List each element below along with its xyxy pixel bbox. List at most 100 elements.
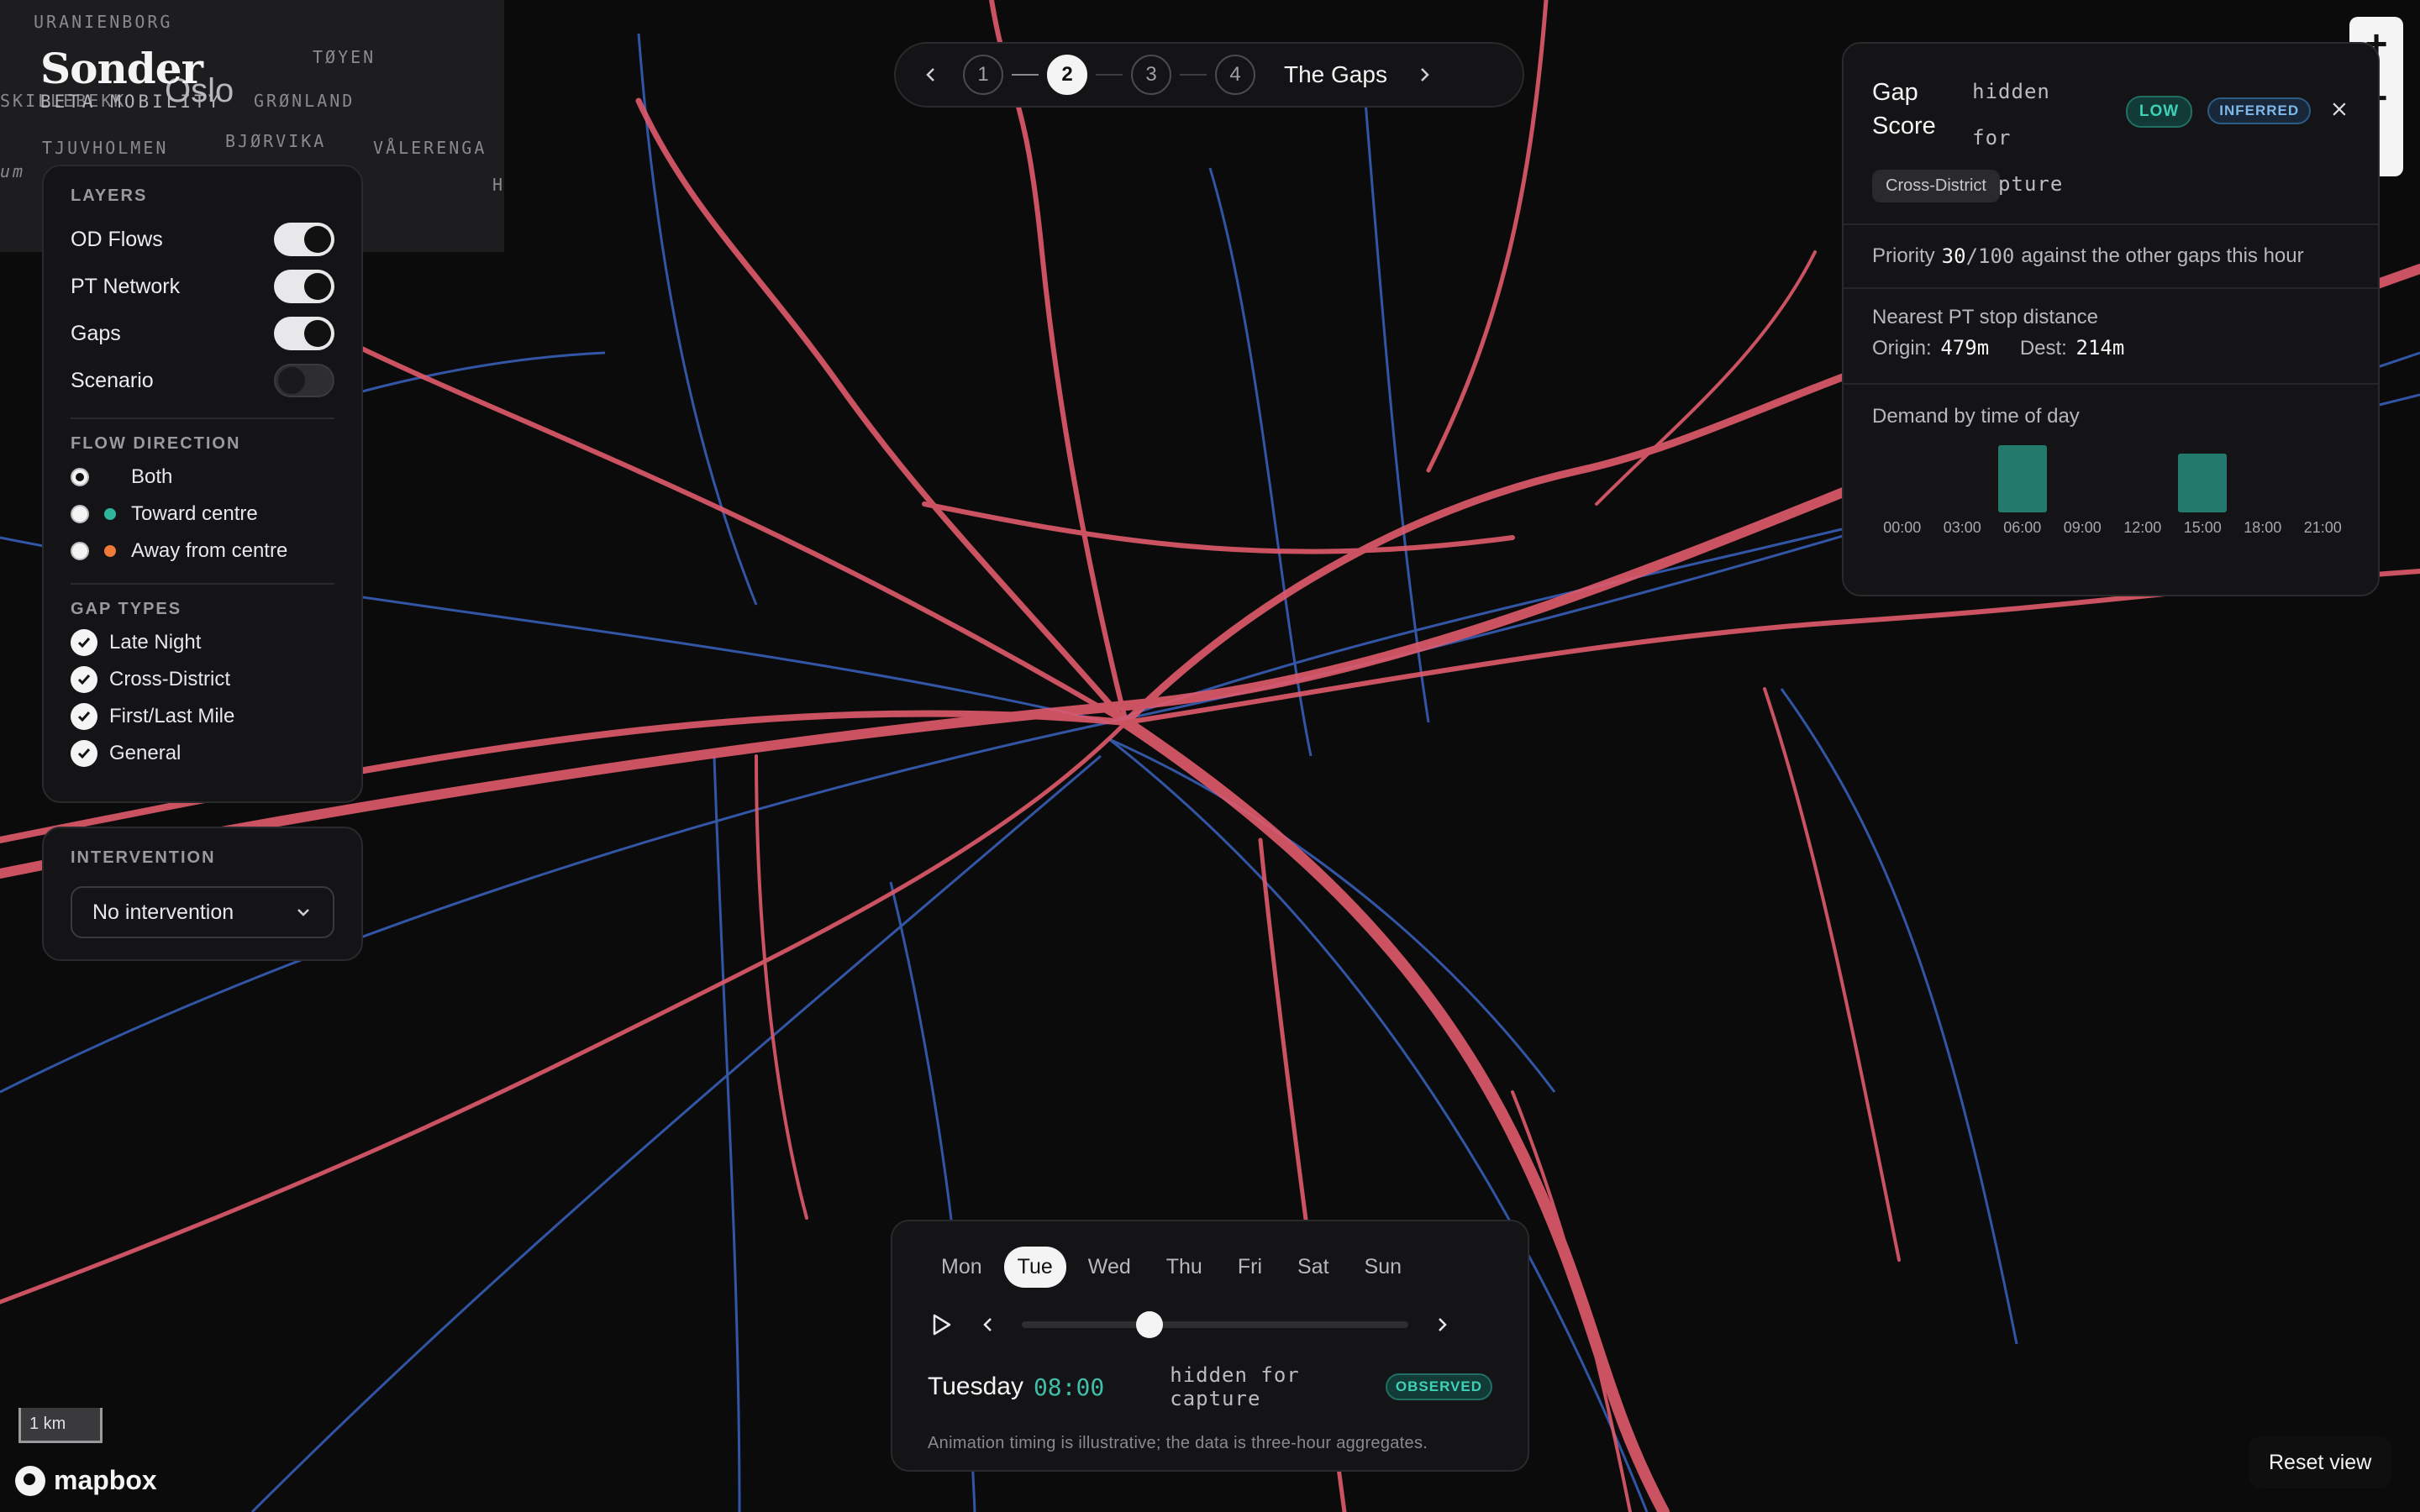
toggle-knob <box>304 273 331 300</box>
toggle-knob <box>304 226 331 253</box>
checkmark-icon[interactable] <box>71 703 97 730</box>
checkmark-icon[interactable] <box>71 629 97 656</box>
step-connector <box>1096 74 1123 76</box>
demand-hour-label: 18:00 <box>2244 519 2282 536</box>
gap-score-title: Gap Score <box>1872 79 1936 139</box>
gap-type-label: General <box>109 742 182 764</box>
intervention-title: INTERVENTION <box>71 848 216 867</box>
day-tab-tue[interactable]: Tue <box>1003 1247 1066 1288</box>
layer-row-scenario[interactable]: Scenario <box>71 357 334 404</box>
distance-section: Nearest PT stop distance Origin: 479m De… <box>1844 289 2378 385</box>
minimap-label: TØYEN <box>313 47 376 67</box>
reset-view-button[interactable]: Reset view <box>2249 1436 2392 1488</box>
source-badge: INFERRED <box>2207 97 2312 124</box>
flow-direction-away[interactable]: Away from centre <box>71 533 334 570</box>
gap-detail-panel: Gap Score hidden for capture LOW INFERRE… <box>1842 42 2380 596</box>
minimap-label: H <box>492 175 504 195</box>
step-connector <box>1012 74 1039 76</box>
brand: Sonder BETA MOBILITY <box>40 44 222 112</box>
demand-hour-label: 21:00 <box>2303 519 2342 536</box>
mapbox-logo-icon <box>15 1465 45 1496</box>
intervention-value: No intervention <box>92 900 234 924</box>
day-tab-sat[interactable]: Sat <box>1284 1247 1343 1288</box>
gap-detail-header: Gap Score hidden for capture LOW INFERRE… <box>1844 44 2378 225</box>
direction-color-dot <box>104 471 116 483</box>
scenario-toggle[interactable] <box>274 364 334 397</box>
priority-row: Priority 30 /100 against the other gaps … <box>1844 225 2378 289</box>
day-tab-thu[interactable]: Thu <box>1153 1247 1216 1288</box>
checkmark-icon[interactable] <box>71 666 97 693</box>
demand-hour-label: 03:00 <box>1943 519 1981 536</box>
day-tab-wed[interactable]: Wed <box>1075 1247 1144 1288</box>
gap-type-first-last-mile[interactable]: First/Last Mile <box>71 698 334 735</box>
gap-type-cross-district[interactable]: Cross-District <box>71 661 334 698</box>
step-4[interactable]: 4 <box>1215 55 1255 95</box>
minimap-label: GRØNLAND <box>254 91 355 111</box>
day-tab-mon[interactable]: Mon <box>928 1247 996 1288</box>
current-time: 08:00 <box>1033 1373 1105 1401</box>
layer-label: OD Flows <box>71 227 163 251</box>
play-icon[interactable] <box>928 1311 955 1338</box>
radio-button[interactable] <box>71 542 89 560</box>
close-icon[interactable] <box>2329 97 2349 121</box>
intervention-select[interactable]: No intervention <box>71 886 334 938</box>
time-readout: Tuesday 08:00 hidden for capture OBSERVE… <box>928 1363 1492 1410</box>
radio-button[interactable] <box>71 505 89 523</box>
chevron-right-icon[interactable] <box>1413 63 1436 87</box>
layer-row-pt-network[interactable]: PT Network <box>71 263 334 310</box>
checkmark-icon[interactable] <box>71 740 97 767</box>
observed-badge: OBSERVED <box>1385 1373 1492 1400</box>
chevron-down-icon <box>297 909 309 916</box>
time-hidden: hidden for capture <box>1170 1363 1300 1410</box>
level-badge: LOW <box>2125 96 2193 128</box>
layer-row-od-flows[interactable]: OD Flows <box>71 216 334 263</box>
chevron-left-icon[interactable] <box>919 63 943 87</box>
gaps-toggle[interactable] <box>274 317 334 350</box>
minimap-label: TJUVHOLMEN <box>42 138 169 158</box>
gap-type-tag: Cross-District <box>1872 170 2000 202</box>
gap-type-general[interactable]: General <box>71 735 334 772</box>
option-label: Away from centre <box>131 539 288 562</box>
toggle-knob <box>304 320 331 347</box>
slider-thumb[interactable] <box>1135 1311 1163 1338</box>
step-forward-icon[interactable] <box>1432 1315 1452 1335</box>
gap-types-title: GAP TYPES <box>71 600 182 618</box>
origin-value: 479m <box>1940 336 1990 360</box>
step-1[interactable]: 1 <box>963 55 1003 95</box>
demand-hour-label: 09:00 <box>2063 519 2102 536</box>
step-2[interactable]: 2 <box>1047 55 1087 95</box>
layer-label: PT Network <box>71 274 181 298</box>
step-connector <box>1180 74 1207 76</box>
step-3[interactable]: 3 <box>1131 55 1171 95</box>
layer-label: Gaps <box>71 321 121 345</box>
priority-label: Priority <box>1872 244 1935 267</box>
demand-bar <box>2178 454 2228 512</box>
divider <box>71 417 334 419</box>
minimap-label: URANIENBORG <box>34 12 173 32</box>
minimap-label: BJØRVIKA <box>225 131 327 151</box>
layer-label: Scenario <box>71 368 154 392</box>
time-slider[interactable] <box>1022 1311 1408 1338</box>
mapbox-attribution[interactable]: mapbox <box>15 1465 157 1496</box>
day-tab-sun[interactable]: Sun <box>1351 1247 1415 1288</box>
day-tab-fri[interactable]: Fri <box>1224 1247 1276 1288</box>
origin-label: Origin: <box>1872 337 1932 360</box>
demand-hour-label: 06:00 <box>2003 519 2042 536</box>
gap-type-label: Cross-District <box>109 668 230 690</box>
demand-chart: 00:00 03:00 06:00 09:00 12:00 15:00 18:00 21:00 <box>1872 445 2353 571</box>
current-day: Tuesday <box>928 1373 1023 1400</box>
pt-network-toggle[interactable] <box>274 270 334 303</box>
layer-row-gaps[interactable]: Gaps <box>71 310 334 357</box>
step-back-icon[interactable] <box>978 1315 998 1335</box>
od-flows-toggle[interactable] <box>274 223 334 256</box>
toggle-knob <box>278 367 305 394</box>
divider <box>71 583 334 585</box>
priority-value: 30 <box>1941 244 1966 268</box>
gap-type-late-night[interactable]: Late Night <box>71 624 334 661</box>
demand-hour-label: 12:00 <box>2123 519 2162 536</box>
flow-direction-toward[interactable]: Toward centre <box>71 496 334 533</box>
radio-button[interactable] <box>71 468 89 486</box>
flow-direction-both[interactable]: Both <box>71 459 334 496</box>
minimap-label: VÅLERENGA <box>373 138 487 158</box>
layers-title: LAYERS <box>71 186 148 205</box>
